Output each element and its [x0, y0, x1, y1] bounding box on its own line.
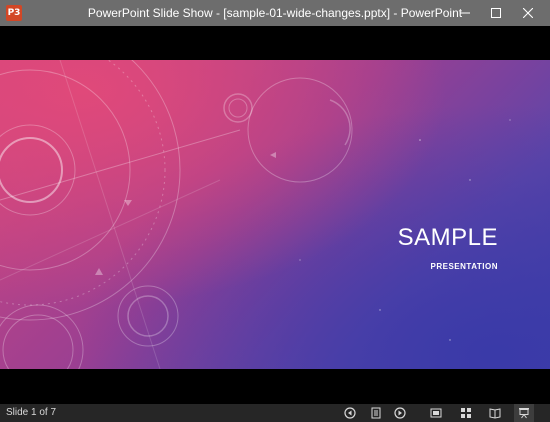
minimize-button[interactable] [448, 0, 482, 26]
normal-view-icon [430, 408, 442, 418]
next-icon [394, 407, 406, 419]
minimize-icon [460, 12, 470, 14]
current-slide[interactable]: SAMPLE PRESENTATION [0, 60, 550, 369]
reading-view-icon [489, 408, 501, 419]
slide-sorter-button[interactable] [456, 404, 476, 422]
slide-sorter-icon [461, 408, 471, 418]
slide-show-stage[interactable]: SAMPLE PRESENTATION [0, 26, 550, 404]
slide-list-icon [371, 407, 381, 419]
slide-title: SAMPLE [397, 224, 498, 251]
reading-view-button[interactable] [485, 404, 505, 422]
slide-show-status-bar: Slide 1 of 7 [0, 404, 550, 422]
see-all-slides-button[interactable] [366, 404, 386, 422]
maximize-button[interactable] [479, 0, 513, 26]
slide-show-button[interactable] [514, 404, 534, 422]
slide-show-icon [519, 408, 529, 419]
slide-subtitle: PRESENTATION [430, 262, 498, 271]
slide-background-decoration [0, 60, 511, 369]
title-bar[interactable]: P3 PowerPoint Slide Show - [sample-01-wi… [0, 0, 550, 26]
slide-indicator: Slide 1 of 7 [6, 407, 57, 418]
previous-icon [344, 407, 356, 419]
next-slide-button[interactable] [390, 404, 410, 422]
previous-slide-button[interactable] [340, 404, 360, 422]
close-button[interactable] [511, 0, 545, 26]
close-icon [523, 8, 533, 18]
powerpoint-window: P3 PowerPoint Slide Show - [sample-01-wi… [0, 0, 550, 422]
maximize-icon [491, 8, 501, 18]
normal-view-button[interactable] [426, 404, 446, 422]
